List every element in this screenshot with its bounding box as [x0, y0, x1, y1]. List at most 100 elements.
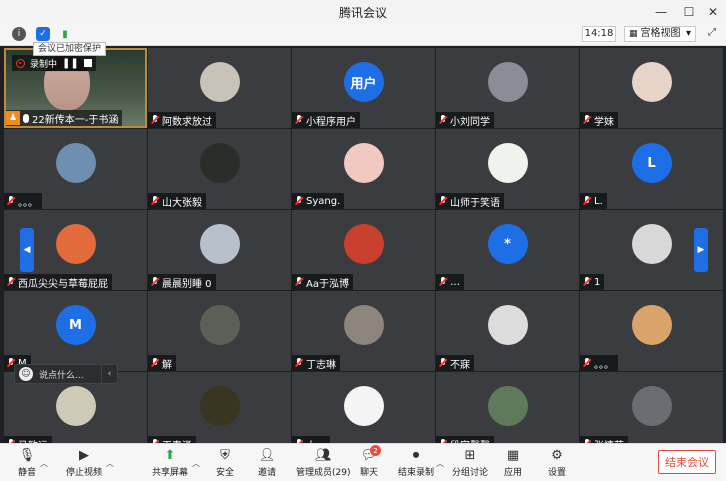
- mic-muted-icon: [583, 196, 591, 206]
- share-screen-icon: ⬆: [164, 447, 176, 463]
- chat-button[interactable]: 💬︎ 聊天 2: [360, 445, 381, 478]
- participant-tile[interactable]: 张情萌: [580, 372, 723, 452]
- participant-tile[interactable]: L L.: [580, 129, 723, 209]
- participant-avatar: [199, 305, 240, 345]
- chat-placeholder: 说点什么...: [39, 370, 84, 381]
- end-meeting-button[interactable]: 结束会议: [658, 450, 716, 474]
- participant-avatar: [55, 143, 96, 183]
- share-options-caret[interactable]: ︿: [192, 458, 200, 469]
- security-button[interactable]: ⛨ 安全: [216, 447, 234, 479]
- participant-avatar: [631, 305, 672, 345]
- participant-nametag: 解: [148, 355, 176, 371]
- participant-name: Aa于泓博: [306, 278, 349, 290]
- participant-tile[interactable]: Syang.: [292, 129, 435, 209]
- mic-muted-icon: [7, 277, 15, 287]
- breakout-rooms-button[interactable]: ⊞ 分组讨论: [452, 447, 488, 479]
- next-page-button[interactable]: ▶: [694, 228, 708, 272]
- participant-name: 丁志琳: [306, 359, 336, 371]
- manage-members-button[interactable]: 👥︎ 管理成员(29): [296, 447, 350, 479]
- participant-tile[interactable]: 小刘同学: [436, 48, 579, 128]
- gear-icon: ⚙: [551, 447, 563, 463]
- record-icon: ⏺︎: [412, 447, 420, 463]
- participant-tile[interactable]: 晨晨别睡 0: [148, 210, 291, 290]
- fullscreen-icon[interactable]: ⤢: [706, 27, 718, 39]
- video-options-caret[interactable]: ︿: [106, 458, 114, 469]
- participant-tile[interactable]: *…: [436, 210, 579, 290]
- mic-muted-icon: [439, 196, 447, 206]
- participant-tile[interactable]: Aa于泓博: [292, 210, 435, 290]
- participant-tile[interactable]: 解: [148, 291, 291, 371]
- chevron-down-icon: ▾: [685, 28, 691, 39]
- minimize-button[interactable]: —: [648, 0, 674, 24]
- emoji-icon[interactable]: ☺: [19, 367, 33, 381]
- participant-nametag: 1: [580, 274, 605, 290]
- participant-tile[interactable]: 阿数求放过: [148, 48, 291, 128]
- participant-avatar: [343, 386, 384, 426]
- signal-icon[interactable]: ▮: [58, 27, 72, 41]
- maximize-button[interactable]: ☐: [676, 0, 702, 24]
- shield-icon[interactable]: ✓: [36, 27, 50, 41]
- participant-avatar: [631, 62, 672, 102]
- share-screen-button[interactable]: ⬆ 共享屏幕: [152, 447, 188, 479]
- participant-tile[interactable]: 。。。: [580, 291, 723, 371]
- participant-tile[interactable]: MM: [4, 291, 147, 371]
- info-icon[interactable]: i: [12, 27, 26, 41]
- participant-nametag: 。。。: [4, 193, 42, 209]
- close-button[interactable]: ✕: [700, 0, 726, 24]
- settings-button[interactable]: ⚙ 设置: [548, 447, 566, 479]
- meeting-info-bar: i ✓ ▮: [0, 24, 726, 46]
- participant-nametag: 小刘同学: [436, 112, 494, 128]
- grid-icon: ▦: [629, 29, 638, 39]
- participant-avatar: [343, 305, 384, 345]
- participant-name: L.: [594, 195, 603, 207]
- camera-icon: ▶︎: [79, 447, 89, 463]
- mute-button[interactable]: 🎙︎ 静音: [18, 447, 36, 479]
- pause-icon[interactable]: ❚❚: [62, 58, 79, 69]
- encryption-tooltip: 会议已加密保护: [33, 42, 107, 56]
- participant-name: 晨晨别睡 0: [162, 278, 212, 290]
- apps-button[interactable]: ▦ 应用: [504, 447, 522, 479]
- window-title: 腾讯会议: [338, 5, 387, 20]
- participant-avatar: [631, 224, 672, 264]
- mic-muted-icon: [151, 115, 159, 125]
- mic-muted-icon: [583, 358, 591, 368]
- participant-name: 小程序用户: [306, 116, 356, 128]
- record-options-caret[interactable]: ︿: [436, 458, 444, 469]
- participant-name: 阿数求放过: [162, 116, 212, 128]
- stop-video-button[interactable]: ▶︎ 停止视频: [66, 447, 102, 479]
- mic-muted-icon: [151, 277, 159, 287]
- view-mode-button[interactable]: ▦ 宫格视图 ▾: [624, 26, 696, 42]
- participant-avatar: [343, 224, 384, 264]
- participant-name: Syang.: [306, 195, 341, 207]
- breakout-icon: ⊞: [464, 447, 476, 463]
- participant-name: 1: [594, 276, 601, 288]
- participant-name: 。。。: [594, 359, 614, 371]
- participant-nametag: Aa于泓博: [292, 274, 353, 290]
- title-bar: 腾讯会议: [0, 0, 726, 24]
- participant-tile[interactable]: 不寐: [436, 291, 579, 371]
- mic-muted-icon: [7, 196, 15, 206]
- participant-tile[interactable]: 用户 小程序用户: [292, 48, 435, 128]
- participant-avatar: M: [55, 305, 96, 345]
- stop-recording-button[interactable]: ⏺︎ 结束录制: [398, 447, 434, 479]
- stop-icon[interactable]: [83, 59, 92, 67]
- prev-page-button[interactable]: ◀: [20, 228, 34, 272]
- participant-nametag: 西瓜尖尖与草莓屁屁: [4, 274, 112, 290]
- mic-muted-icon: [295, 277, 303, 287]
- participant-tile[interactable]: 王春泽: [148, 372, 291, 452]
- participant-tile[interactable]: 段家馨馨: [436, 372, 579, 452]
- participant-tile[interactable]: 山师于笑语: [436, 129, 579, 209]
- participant-tile[interactable]: 。。。: [4, 129, 147, 209]
- participant-tile[interactable]: 马致远: [4, 372, 147, 452]
- collapse-icon[interactable]: ‹: [101, 365, 117, 383]
- participant-avatar: [199, 386, 240, 426]
- participant-avatar: *: [487, 224, 528, 264]
- recording-indicator: 录制中 ❚❚: [12, 55, 96, 71]
- participant-tile[interactable]: 丁志琳: [292, 291, 435, 371]
- mute-options-caret[interactable]: ︿: [40, 458, 48, 469]
- chat-quick-input[interactable]: ☺ 说点什么... ‹: [14, 364, 118, 384]
- participant-tile[interactable]: 学妹: [580, 48, 723, 128]
- participant-tile[interactable]: 大…: [292, 372, 435, 452]
- invite-button[interactable]: 👤︎ 邀请: [258, 447, 276, 479]
- participant-tile[interactable]: 山大张毅: [148, 129, 291, 209]
